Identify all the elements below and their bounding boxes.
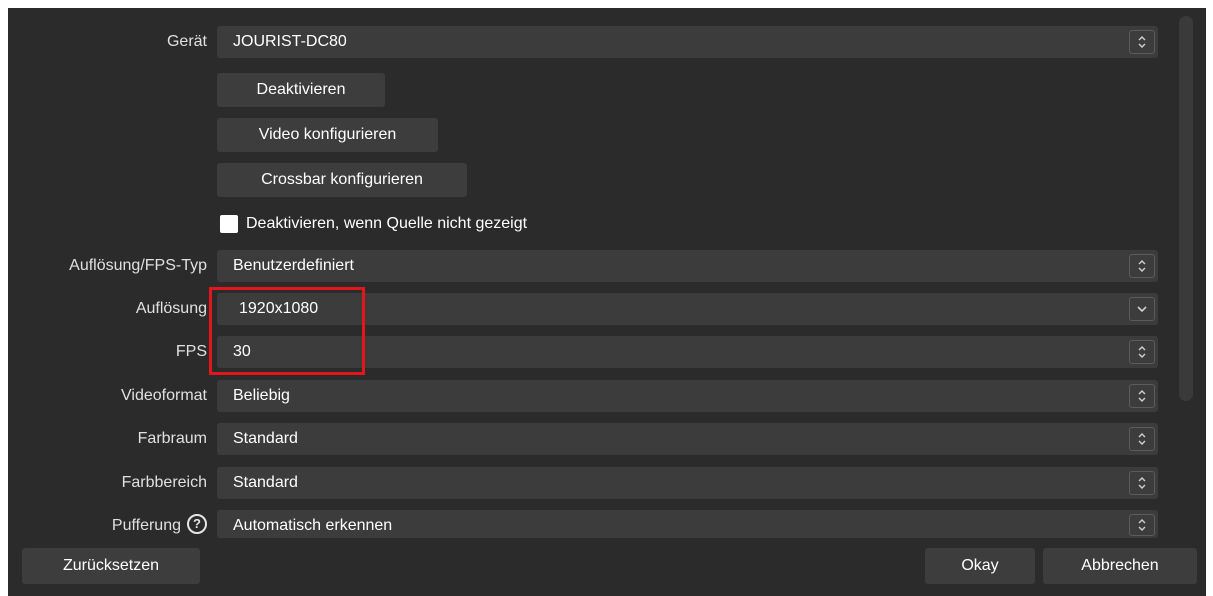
help-icon[interactable]: ? — [187, 513, 207, 534]
res-fps-type-value: Benutzerdefiniert — [233, 257, 354, 274]
color-range-label: Farbbereich — [121, 474, 207, 491]
device-value: JOURIST-DC80 — [233, 33, 347, 50]
updown-icon — [1129, 471, 1155, 495]
updown-icon — [1129, 30, 1155, 54]
color-space-label: Farbraum — [137, 430, 207, 447]
video-format-label: Videoformat — [121, 387, 207, 404]
configure-video-button[interactable]: Video konfigurieren — [217, 118, 438, 152]
cancel-button[interactable]: Abbrechen — [1043, 548, 1197, 584]
updown-icon — [1129, 514, 1155, 536]
properties-dialog: Gerät JOURIST-DC80 Deaktivieren Video ko… — [8, 8, 1206, 596]
fps-select[interactable]: 30 — [217, 336, 1158, 368]
fps-value: 30 — [233, 343, 251, 360]
res-fps-type-label: Auflösung/FPS-Typ — [69, 257, 207, 274]
color-range-value: Standard — [233, 474, 298, 491]
updown-icon — [1129, 254, 1155, 278]
deactivate-when-hidden-checkbox[interactable] — [220, 215, 238, 233]
color-space-value: Standard — [233, 430, 298, 447]
color-space-select[interactable]: Standard — [217, 423, 1158, 455]
video-format-value: Beliebig — [233, 387, 290, 404]
reset-button[interactable]: Zurücksetzen — [22, 548, 200, 584]
resolution-combobox[interactable]: 1920x1080 — [217, 293, 1158, 325]
scrollbar[interactable] — [1179, 16, 1193, 401]
updown-icon — [1129, 340, 1155, 364]
res-fps-type-select[interactable]: Benutzerdefiniert — [217, 250, 1158, 282]
configure-crossbar-button[interactable]: Crossbar konfigurieren — [217, 163, 467, 197]
buffering-select[interactable]: Automatisch erkennen — [217, 510, 1158, 538]
okay-button[interactable]: Okay — [925, 548, 1035, 584]
color-range-select[interactable]: Standard — [217, 467, 1158, 499]
updown-icon — [1129, 384, 1155, 408]
fps-label: FPS — [175, 343, 207, 360]
resolution-label: Auflösung — [135, 300, 207, 317]
resolution-value: 1920x1080 — [239, 300, 319, 317]
deactivate-when-hidden-label: Deaktivieren, wenn Quelle nicht gezeigt — [246, 215, 528, 232]
buffering-label: Pufferung — [111, 517, 181, 534]
video-format-select[interactable]: Beliebig — [217, 380, 1158, 412]
buffering-value: Automatisch erkennen — [233, 517, 393, 534]
deactivate-when-hidden-row[interactable]: Deaktivieren, wenn Quelle nicht gezeigt — [220, 207, 527, 241]
buffering-label-row: Pufferung? — [8, 509, 207, 543]
device-select[interactable]: JOURIST-DC80 — [217, 26, 1158, 58]
deactivate-button[interactable]: Deaktivieren — [217, 73, 385, 107]
updown-icon — [1129, 427, 1155, 451]
device-label: Gerät — [166, 33, 207, 50]
chevron-down-icon[interactable] — [1129, 297, 1155, 321]
